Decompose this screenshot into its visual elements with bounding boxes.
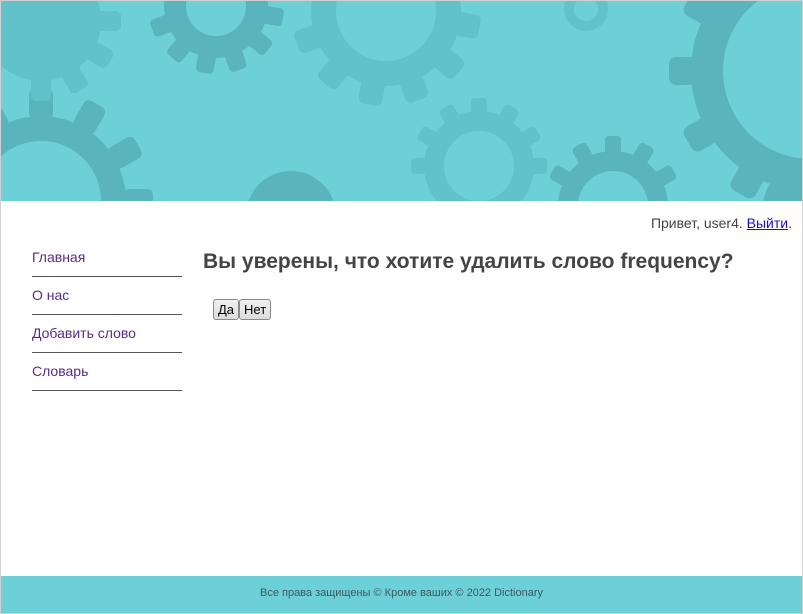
sidebar-item-label: Словарь <box>32 363 89 379</box>
no-button[interactable]: Нет <box>239 299 272 320</box>
sidebar-item-label: Главная <box>32 249 86 265</box>
header-banner <box>1 1 802 201</box>
footer: Все права защищены © Кроме ваших © 2022 … <box>1 576 802 613</box>
gear-icon <box>1 1 121 101</box>
greeting-text: Привет, user4. <box>650 215 743 231</box>
page: Привет, user4. Выйти. Главная О нас Доба… <box>0 0 803 614</box>
gear-icon <box>248 171 334 201</box>
sidebar-item-label: Добавить слово <box>32 325 136 341</box>
sidebar-item-label: О нас <box>32 287 70 303</box>
page-title: Вы уверены, что хотите удалить слово fre… <box>203 250 734 273</box>
greeting-trailing: . <box>788 215 792 231</box>
footer-text: Все права защищены © Кроме ваших © 2022 … <box>259 587 544 599</box>
confirm-buttons: Да Нет <box>213 299 272 320</box>
sidebar-item-about[interactable]: О нас <box>32 277 182 315</box>
logout-link[interactable]: Выйти <box>747 215 788 231</box>
yes-button[interactable]: Да <box>213 299 240 320</box>
sidebar-item-add-word[interactable]: Добавить слово <box>32 315 182 353</box>
user-greeting: Привет, user4. Выйти. <box>651 215 792 231</box>
sidebar-nav: Главная О нас Добавить слово Словарь <box>32 239 182 391</box>
sidebar-item-dictionary[interactable]: Словарь <box>32 353 182 391</box>
sidebar-item-home[interactable]: Главная <box>32 239 182 277</box>
gears-decoration <box>1 1 802 201</box>
